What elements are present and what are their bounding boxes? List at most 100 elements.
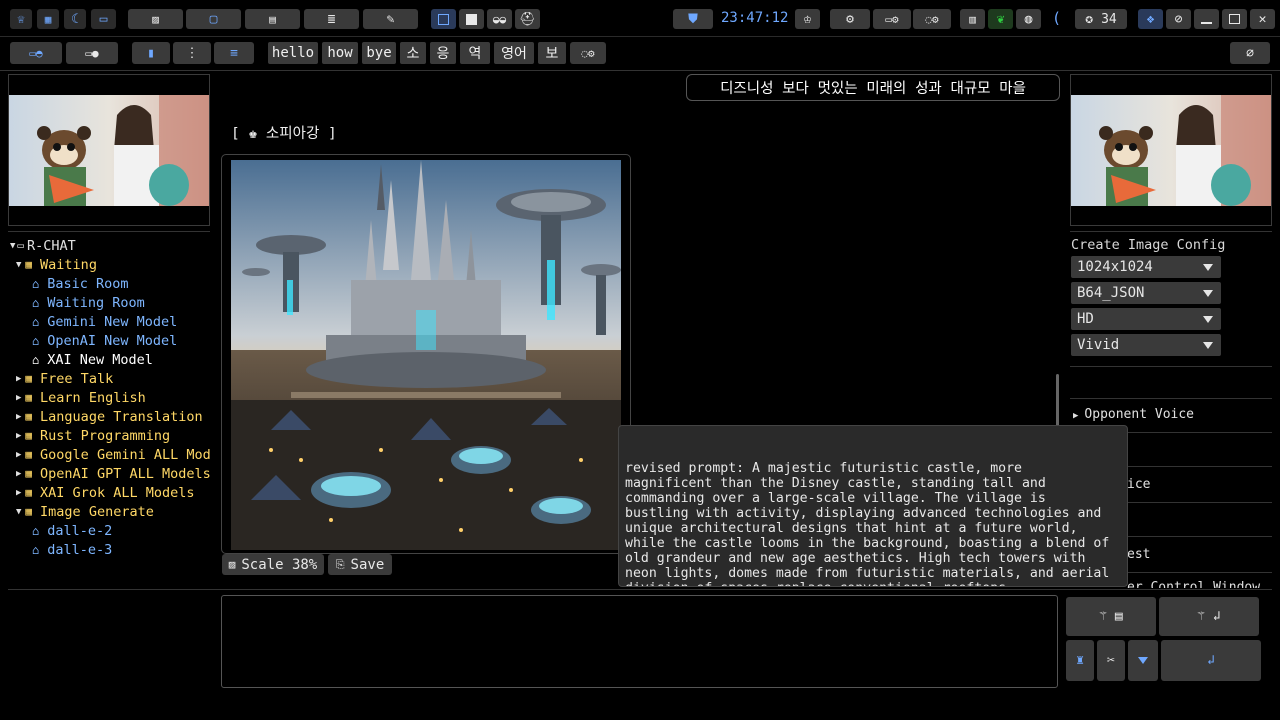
bookmark-icon[interactable]: ▮	[132, 42, 170, 64]
chess-icon[interactable]: ♔	[795, 9, 820, 29]
tree-room[interactable]: ⌂ Basic Room	[32, 274, 129, 293]
quality-select[interactable]: HD	[1071, 308, 1221, 330]
tree-folder[interactable]: ▼ ▦ Waiting	[16, 255, 97, 274]
collapse-arrow-icon: ▶	[16, 392, 22, 403]
more-vertical-icon[interactable]: ⋮	[173, 42, 211, 64]
tree-folder[interactable]: ▶ ▦ OpenAI GPT ALL Models	[16, 464, 211, 483]
send-button[interactable]: ↲	[1161, 640, 1261, 681]
pin-icon[interactable]: ❖	[1138, 9, 1163, 29]
folder-icon: ▦	[25, 391, 33, 404]
chevron-down-icon	[1203, 342, 1213, 349]
divider	[1070, 398, 1272, 399]
globe-icon[interactable]: ◍	[1016, 9, 1041, 29]
tree-folder[interactable]: ▶ ▦ Learn English	[16, 388, 146, 407]
monitor-icon[interactable]: ▭	[91, 9, 116, 29]
save-button[interactable]: ⎘ Save	[328, 554, 392, 575]
block-icon[interactable]: ⊘	[1166, 9, 1191, 29]
left-video-preview[interactable]	[8, 74, 210, 226]
tree-room[interactable]: ⌂ dall-e-3	[32, 540, 112, 559]
tooltip-line: commanding over a large-scale village. T…	[625, 491, 1046, 506]
glasses-icon[interactable]: ◒◒	[487, 9, 512, 29]
collapse-arrow-icon: ▶	[16, 468, 22, 479]
quick-word-how[interactable]: how	[322, 42, 358, 64]
image-icon[interactable]: ▨	[128, 9, 183, 29]
style-select[interactable]: Vivid	[1071, 334, 1221, 356]
chat-icon[interactable]: ▢	[186, 9, 241, 29]
tree-room[interactable]: ⌂ Waiting Room	[32, 293, 145, 312]
user-icon[interactable]: ⛑	[515, 9, 540, 29]
quick-word-yeok[interactable]: 역	[460, 42, 490, 64]
tree-root[interactable]: ▼ ▭ R-CHAT	[10, 236, 76, 255]
opponent-voice-toggle[interactable]: ▶ Opponent Voice	[1073, 407, 1194, 422]
bubble-settings-icon[interactable]: ◌⚙	[913, 9, 951, 29]
dropdown-button[interactable]	[1128, 640, 1158, 681]
format-select[interactable]: B64_JSON	[1071, 282, 1221, 304]
list-icon[interactable]: ≡	[214, 42, 254, 64]
pen-icon[interactable]: ✎	[363, 9, 418, 29]
crown-icon[interactable]: ♕	[10, 9, 32, 29]
tree-room[interactable]: ⌂ OpenAI New Model	[32, 331, 177, 350]
quick-word-bye[interactable]: bye	[362, 42, 396, 64]
trash-icon[interactable]: ▥	[960, 9, 985, 29]
tree-folder[interactable]: ▼ ▦ Image Generate	[16, 502, 154, 521]
right-video-preview[interactable]	[1070, 74, 1272, 226]
folder-icon: ▦	[25, 467, 33, 480]
badge-counter[interactable]: ✪ 34	[1075, 9, 1127, 29]
scale-button[interactable]: ▨ Scale 38%	[222, 554, 324, 575]
quick-word-so[interactable]: 소	[400, 42, 426, 64]
quick-word-eung[interactable]: 응	[430, 42, 456, 64]
tooltip-line: magnificent than the Disney castle, stan…	[625, 476, 1046, 491]
maximize-icon[interactable]	[1222, 9, 1247, 29]
castle-icon[interactable]: ♜	[1066, 640, 1094, 681]
chat-bot-icon[interactable]: ▭◓	[10, 42, 62, 64]
tree-item-label: Google Gemini ALL Mod	[40, 446, 211, 463]
quality-value: HD	[1077, 311, 1094, 327]
image-icon: ▨	[228, 558, 236, 571]
tree-room[interactable]: ⌂ Gemini New Model	[32, 312, 177, 331]
chat-bubbles-icon[interactable]: ▭●	[66, 42, 118, 64]
magic-enter-button[interactable]: ⚚ ↲	[1159, 597, 1259, 636]
size-select[interactable]: 1024x1024	[1071, 256, 1221, 278]
tree-folder[interactable]: ▶ ▦ Free Talk	[16, 369, 113, 388]
moon-icon[interactable]: ☾	[64, 9, 86, 29]
scissors-icon[interactable]: ✂	[1097, 640, 1125, 681]
paperclip-icon[interactable]: ⌀	[1230, 42, 1270, 64]
tree-item-label: XAI Grok ALL Models	[40, 484, 195, 501]
windows-icon[interactable]: ▦	[37, 9, 59, 29]
database-icon[interactable]: ≣	[304, 9, 359, 29]
quick-word-bo[interactable]: 보	[538, 42, 566, 64]
config-title: Create Image Config	[1071, 237, 1226, 253]
minimize-icon[interactable]	[1194, 9, 1219, 29]
size-value: 1024x1024	[1077, 259, 1153, 275]
tree-folder[interactable]: ▶ ▦ Rust Programming	[16, 426, 170, 445]
printer-icon[interactable]: ▤	[245, 9, 300, 29]
collapse-arrow-icon: ▶	[16, 373, 22, 384]
folder-icon: ▦	[25, 410, 33, 423]
style-value: Vivid	[1077, 337, 1120, 353]
shield-icon[interactable]: ⛊	[673, 9, 713, 29]
folder-icon: ▦	[25, 505, 33, 518]
tree-room[interactable]: ⌂ XAI New Model	[32, 350, 153, 369]
tooltip-line: neon lights, domes made from futuristic …	[625, 566, 1110, 581]
bubble-gear-icon[interactable]: ◌⚙	[570, 42, 606, 64]
generated-castle-image[interactable]	[231, 160, 621, 550]
chat-settings-icon[interactable]: ▭⚙	[873, 9, 911, 29]
quick-word-hello[interactable]: hello	[268, 42, 318, 64]
tree-item-label: Waiting	[40, 256, 97, 273]
gear-icon[interactable]: ⚙	[830, 9, 870, 29]
tree-folder[interactable]: ▶ ▦ Google Gemini ALL Mod	[16, 445, 211, 464]
voice-section-label[interactable]: ice	[1127, 477, 1150, 492]
message-input[interactable]	[221, 595, 1058, 688]
tree-folder[interactable]: ▶ ▦ XAI Grok ALL Models	[16, 483, 194, 502]
green-bird-icon[interactable]: ❦	[988, 9, 1013, 29]
request-section-label[interactable]: est	[1127, 547, 1150, 562]
tree-folder[interactable]: ▶ ▦ Language Translation	[16, 407, 203, 426]
close-icon[interactable]: ✕	[1250, 9, 1275, 29]
tree-room[interactable]: ⌂ dall-e-2	[32, 521, 112, 540]
square-outline-icon[interactable]	[431, 9, 456, 29]
square-fill-icon[interactable]	[459, 9, 484, 29]
quick-word-english[interactable]: 영어	[494, 42, 534, 64]
magic-doc-button[interactable]: ⚚ ▤	[1066, 597, 1156, 636]
chat-scrollbar[interactable]	[1056, 374, 1059, 428]
tooltip-line: revised prompt: A majestic futuristic ca…	[625, 461, 1022, 476]
